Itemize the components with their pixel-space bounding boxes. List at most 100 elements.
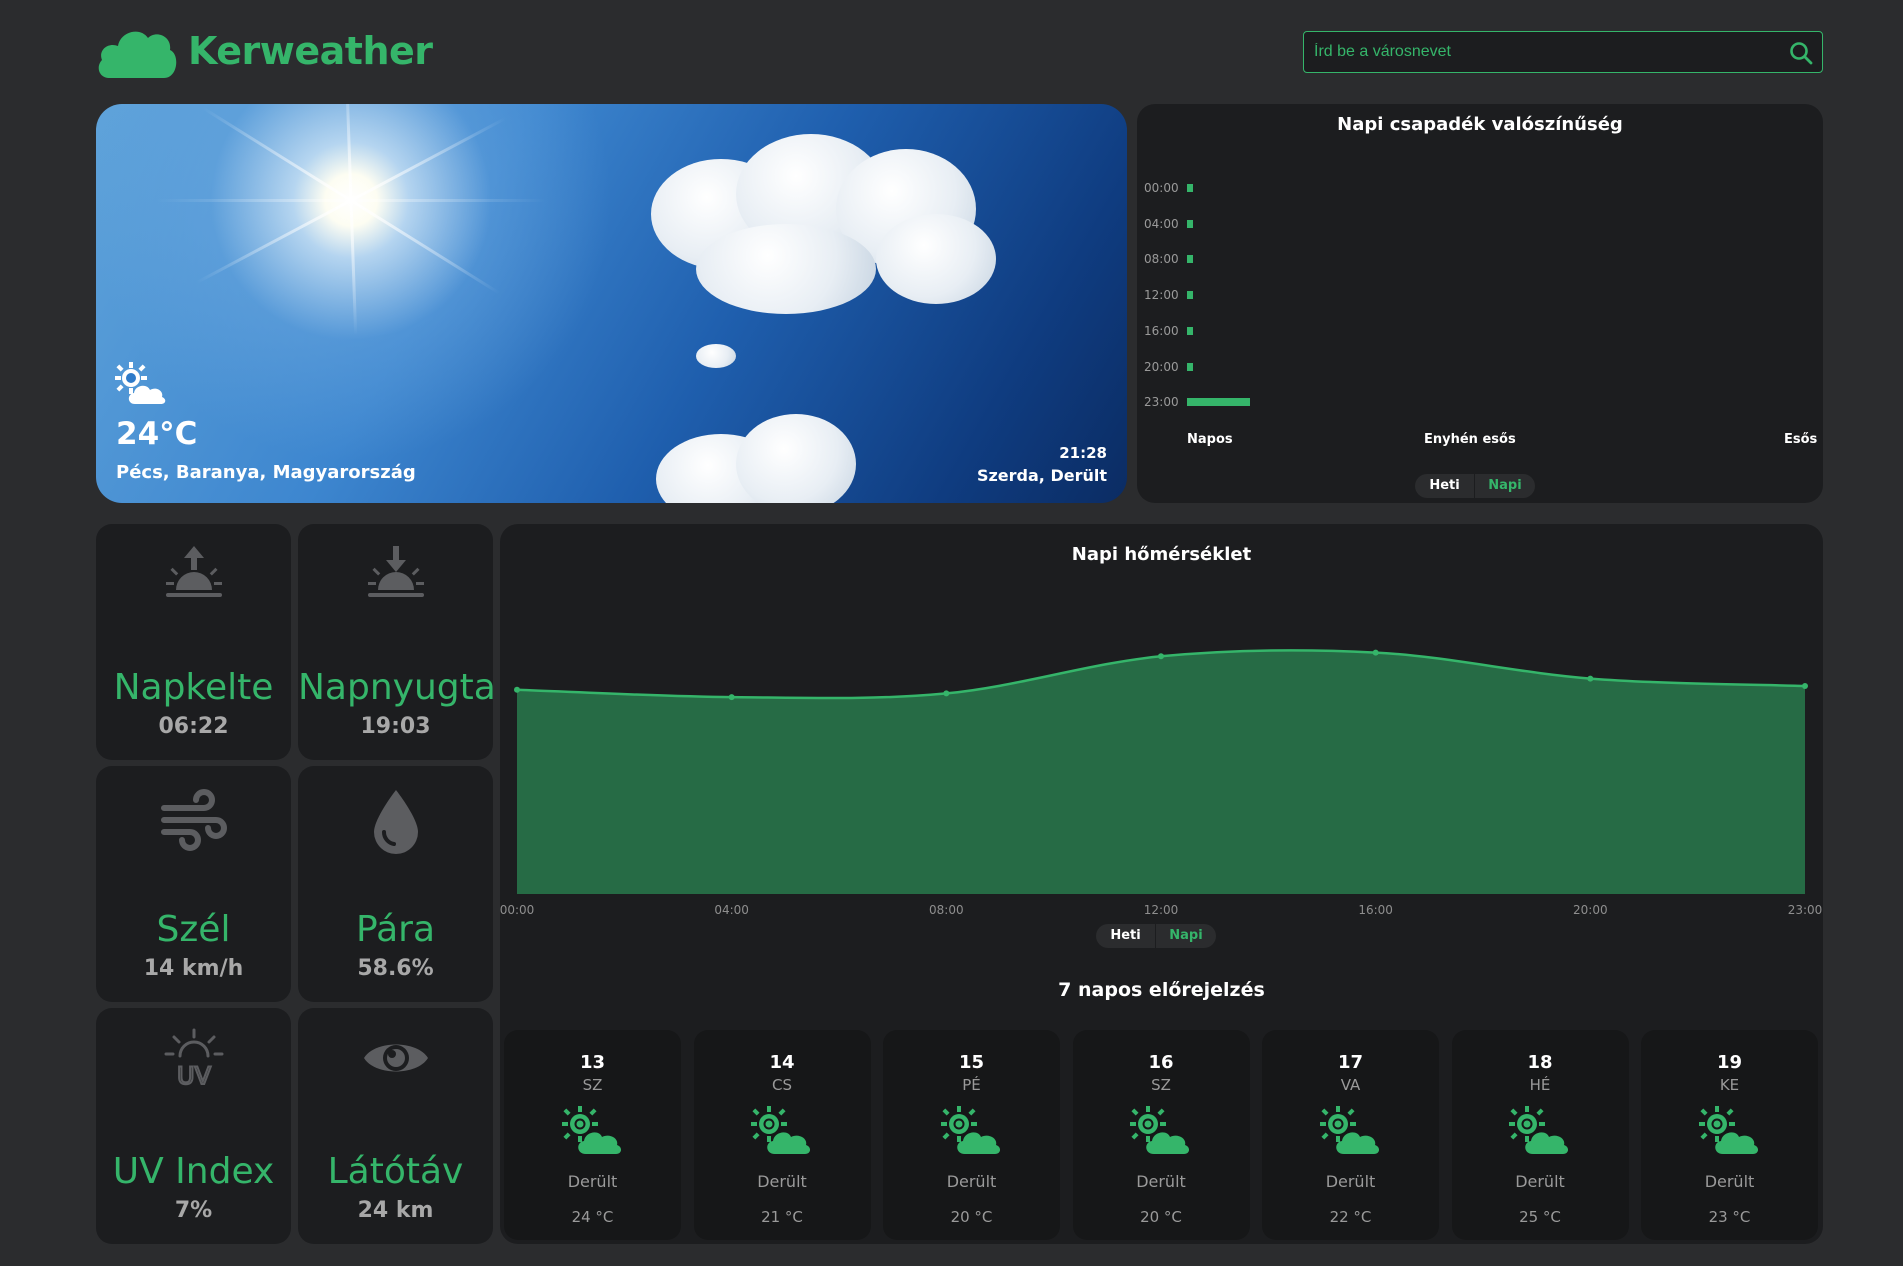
temperature-point xyxy=(728,694,735,701)
temperature-point xyxy=(514,686,520,693)
temperature-x-tick-label: 08:00 xyxy=(929,903,964,917)
forecast-day-name: CS xyxy=(772,1076,792,1094)
temp-toggle-heti[interactable]: Heti xyxy=(1096,924,1156,948)
temperature-point xyxy=(1802,683,1808,689)
precip-tick-label: 16:00 xyxy=(1144,323,1179,338)
forecast-day-condition: Derült xyxy=(757,1172,807,1191)
forecast-day-condition: Derült xyxy=(1515,1172,1565,1191)
forecast-day-number: 19 xyxy=(1716,1052,1743,1073)
forecast-day-number: 17 xyxy=(1337,1052,1364,1073)
sun-cloud-icon xyxy=(561,1106,621,1154)
sun-cloud-icon xyxy=(940,1106,1000,1154)
forecast-day-number: 15 xyxy=(958,1052,985,1073)
forecast-day-temp: 23 °C xyxy=(1708,1208,1751,1226)
current-day-condition: Szerda, Derült xyxy=(976,466,1107,485)
precip-tick-label: 20:00 xyxy=(1144,359,1179,374)
precip-toggle-napi[interactable]: Napi xyxy=(1475,474,1535,498)
search-button[interactable] xyxy=(1788,40,1814,66)
svg-text:UV: UV xyxy=(177,1062,212,1090)
forecast-day-condition: Derült xyxy=(1325,1172,1376,1191)
current-location: Pécs, Baranya, Magyarország xyxy=(116,462,416,483)
sun-cloud-icon xyxy=(1319,1106,1379,1154)
search-icon xyxy=(1790,42,1813,65)
sunset-icon xyxy=(367,546,424,597)
forecast-day-card: 18 HÉ Derült 25 °C xyxy=(1451,1030,1629,1240)
forecast-day-card: 15 PÉ Derült 20 °C xyxy=(883,1030,1060,1240)
precip-tick-label: 08:00 xyxy=(1144,252,1179,267)
sunrise-icon xyxy=(165,546,222,597)
forecast-day-number: 13 xyxy=(579,1052,606,1073)
forecast-day-temp: 25 °C xyxy=(1519,1208,1561,1226)
precip-bar xyxy=(1187,255,1193,264)
temp-toggle-napi[interactable]: Napi xyxy=(1156,924,1216,948)
search-input[interactable] xyxy=(1314,32,1774,72)
temperature-x-tick-label: 23:00 xyxy=(1788,903,1823,917)
precipitation-toggle: Heti Napi xyxy=(1415,474,1535,498)
sun-cloud-icon xyxy=(1509,1106,1569,1154)
forecast-day-temp: 24 °C xyxy=(571,1208,614,1226)
forecast-day-name: SZ xyxy=(1151,1076,1171,1094)
temperature-x-tick-label: 20:00 xyxy=(1573,903,1608,917)
precip-x-tick-label: Enyhén esős xyxy=(1424,432,1516,447)
forecast-day-name: VA xyxy=(1340,1076,1361,1094)
forecast-day-name: PÉ xyxy=(962,1076,981,1094)
forecast-day-temp: 21 °C xyxy=(761,1208,803,1226)
uv-card: UV UV Index 7% xyxy=(96,1008,291,1244)
forecast-day-card: 16 SZ Derült 20 °C xyxy=(1072,1030,1250,1240)
forecast-day-temp: 20 °C xyxy=(1140,1208,1182,1226)
precip-bar xyxy=(1187,326,1193,335)
precip-bar xyxy=(1187,184,1193,192)
temperature-x-tick-label: 04:00 xyxy=(714,903,749,917)
precip-bar xyxy=(1187,398,1250,407)
precip-x-tick-label: Esős xyxy=(1784,432,1818,447)
sunset-title: Napnyugta xyxy=(298,667,496,708)
brand-name: Kerweather xyxy=(188,29,433,73)
humidity-title: Pára xyxy=(355,909,435,950)
forecast-day-card: 19 KE Derült 23 °C xyxy=(1641,1030,1818,1240)
forecast-day-number: 18 xyxy=(1527,1052,1553,1073)
humidity-drop-icon xyxy=(373,790,418,854)
sunrise-card: Napkelte 06:22 xyxy=(96,524,291,760)
current-time: 21:28 xyxy=(1059,444,1107,462)
temperature-toggle: Heti Napi xyxy=(1096,924,1216,948)
forecast-day-condition: Derült xyxy=(946,1172,997,1191)
precip-x-tick-label: Napos xyxy=(1187,432,1233,447)
forecast-day-name: HÉ xyxy=(1529,1076,1551,1094)
precip-toggle-heti[interactable]: Heti xyxy=(1415,474,1475,498)
forecast-day-card: 17 VA Derült 22 °C xyxy=(1262,1030,1439,1240)
sun-cloud-icon xyxy=(1698,1106,1758,1154)
uv-icon: UV xyxy=(164,1028,223,1090)
current-weather-hero: 24°C Pécs, Baranya, Magyarország 21:28 S… xyxy=(96,104,1127,503)
humidity-card: Pára 58.6% xyxy=(298,766,493,1002)
forecast-day-card: 13 SZ Derült 24 °C xyxy=(504,1030,681,1240)
precip-bar xyxy=(1187,291,1193,300)
temperature-point xyxy=(1158,653,1164,660)
precip-tick-label: 23:00 xyxy=(1144,395,1179,410)
forecast-title: 7 napos előrejelzés xyxy=(1058,979,1265,1001)
wind-title: Szél xyxy=(156,909,231,950)
precip-tick-label: 12:00 xyxy=(1144,288,1179,303)
visibility-value: 24 km xyxy=(357,1198,434,1223)
sunrise-value: 06:22 xyxy=(158,714,229,739)
temperature-point xyxy=(1372,649,1379,656)
visibility-title: Látótáv xyxy=(327,1151,464,1192)
temperature-x-tick-label: 16:00 xyxy=(1358,903,1393,917)
sunset-card: Napnyugta 19:03 xyxy=(298,524,496,760)
forecast-day-name: KE xyxy=(1719,1076,1740,1094)
precipitation-title: Napi csapadék valószínűség xyxy=(1337,114,1623,135)
uv-title: UV Index xyxy=(112,1151,275,1192)
precip-bar xyxy=(1187,362,1193,371)
temperature-point xyxy=(943,690,950,697)
temperature-area-fill xyxy=(517,650,1805,894)
temperature-chart: 00:00 04:00 08:00 12:00 16:00 20:00 23:00 xyxy=(500,524,1823,924)
eye-icon xyxy=(363,1044,428,1072)
uv-value: 7% xyxy=(174,1198,213,1223)
temperature-area-chart: 00:00 04:00 08:00 12:00 16:00 20:00 23:00 xyxy=(500,649,1823,917)
temperature-point xyxy=(1587,675,1594,682)
temperature-x-tick-label: 00:00 xyxy=(500,903,534,917)
precip-bar xyxy=(1187,219,1193,228)
forecast-day-temp: 20 °C xyxy=(950,1208,993,1226)
forecast-day-temp: 22 °C xyxy=(1329,1208,1372,1226)
current-temperature: 24°C xyxy=(116,416,198,452)
brand-logo[interactable]: Kerweather xyxy=(96,22,433,80)
